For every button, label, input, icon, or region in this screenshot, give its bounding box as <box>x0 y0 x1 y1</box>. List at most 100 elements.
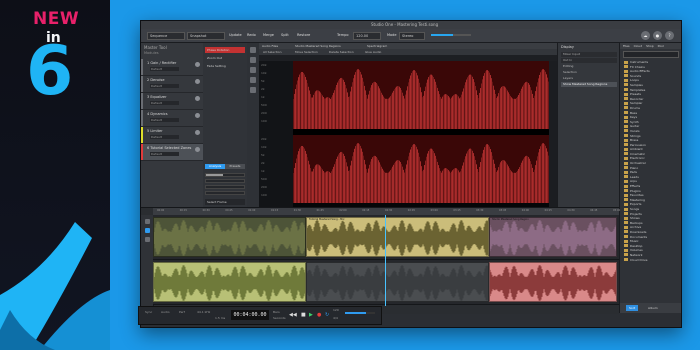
preset-left-select[interactable]: Sequence <box>147 32 185 40</box>
range-tool-icon[interactable] <box>250 57 256 63</box>
rewind-icon[interactable]: ◀◀ <box>289 311 297 319</box>
user-icon[interactable]: ● <box>653 31 662 40</box>
options-field[interactable] <box>205 179 245 183</box>
browser-item-label: Templates <box>630 87 646 92</box>
signature-readout[interactable]: 4/4 <box>333 316 338 320</box>
cloud-icon[interactable]: ☁ <box>641 31 650 40</box>
options-item-phase[interactable]: Phase Rotation <box>205 47 245 53</box>
tempo-field[interactable]: 120.00 <box>353 32 381 40</box>
options-item-zoom[interactable]: Zoom Out <box>205 55 245 61</box>
browser-search-input[interactable] <box>623 51 679 58</box>
module-preset-select[interactable]: Default <box>150 152 179 156</box>
module-preset-select[interactable]: Default <box>150 67 179 71</box>
all-selection-button[interactable]: All Selection <box>263 50 282 54</box>
loop-icon[interactable]: ↻ <box>325 311 329 319</box>
record-icon[interactable]: ● <box>317 311 321 319</box>
browser-item-label: Pads <box>630 170 637 175</box>
browser-item-label: FX Chains <box>630 64 645 69</box>
module-preset-select[interactable]: Default <box>150 101 179 105</box>
power-icon[interactable] <box>195 62 200 67</box>
ruler-tick-label: 03:00 <box>430 209 438 212</box>
merge-button[interactable]: Merge <box>263 31 274 39</box>
module-item[interactable]: 2 Denoise Default <box>141 76 203 93</box>
power-icon[interactable] <box>195 130 200 135</box>
preset-right-select[interactable]: Snapshot <box>187 32 225 40</box>
folder-icon <box>624 207 628 211</box>
frequency-label: 20k <box>261 137 267 141</box>
tab-pool[interactable]: Pool <box>658 44 664 48</box>
redo-button[interactable]: Redo <box>247 31 256 39</box>
pencil-tool-icon[interactable] <box>250 67 256 73</box>
select-tool-icon[interactable] <box>144 228 150 233</box>
tab-presets[interactable]: Presets <box>225 164 245 169</box>
inspector-row[interactable]: Selection <box>561 70 617 75</box>
power-icon[interactable] <box>195 96 200 101</box>
module-item[interactable]: 3 Equalizer Default <box>141 93 203 110</box>
module-preset-select[interactable]: Default <box>150 118 179 122</box>
inspector-row[interactable]: Layers <box>561 76 617 81</box>
vertical-scrollbar[interactable] <box>549 61 557 207</box>
sort-button[interactable]: Sort <box>626 305 639 311</box>
audio-clip[interactable] <box>489 262 617 302</box>
album-button[interactable]: Album <box>648 305 658 311</box>
browser-item-label: Leads <box>630 174 639 179</box>
glue-audio-button[interactable]: Glue Audio <box>365 50 381 54</box>
split-button[interactable]: Split <box>281 31 289 39</box>
track-add-icon[interactable] <box>144 219 150 224</box>
module-preset-select[interactable]: Default <box>150 84 179 88</box>
options-field[interactable] <box>205 191 245 195</box>
options-slider[interactable] <box>205 173 245 177</box>
frequency-label: 1k <box>261 95 265 99</box>
spectrogram-top-channel[interactable] <box>293 61 549 129</box>
pointer-tool-icon[interactable] <box>250 47 256 53</box>
audio-clip[interactable]: Tutorial Mastered Song - Mix <box>306 217 489 257</box>
time-display[interactable]: 00:04:00.00 <box>231 310 269 320</box>
browser-item-label: Backups <box>630 220 643 225</box>
track-1[interactable]: Tutorial Mastered Song - Mix Studio Maste… <box>153 215 619 260</box>
track-2[interactable] <box>153 260 619 305</box>
zoom-tool-icon[interactable] <box>250 87 256 93</box>
module-item[interactable]: 4 Dynamics Default <box>141 110 203 127</box>
edit-tool-icon[interactable] <box>144 237 150 242</box>
browser-item-label: Instruments <box>630 60 649 64</box>
folder-icon <box>624 143 628 147</box>
folder-icon <box>624 166 628 170</box>
tab-cloud[interactable]: Cloud <box>634 44 643 48</box>
help-icon[interactable]: ? <box>665 31 674 40</box>
tab-files[interactable]: Files <box>623 44 630 48</box>
options-field[interactable] <box>205 185 245 189</box>
audio-clip[interactable] <box>153 217 306 257</box>
update-button[interactable]: Update <box>229 31 242 39</box>
select-frame-field[interactable]: Select Frame <box>205 199 245 205</box>
inspector-row[interactable]: Mixer Input <box>561 52 617 57</box>
move-selection-button[interactable]: Move Selection <box>295 50 318 54</box>
browser-item-label: Music <box>630 239 639 244</box>
browser-item[interactable]: Cloud Drive <box>624 258 681 263</box>
restore-button[interactable]: Restore <box>297 31 310 39</box>
module-item[interactable]: 1 Gain / Rectifier Default <box>141 59 203 76</box>
audio-clip[interactable] <box>306 262 489 302</box>
timeline-ruler[interactable]: 00:00 00:15 00:30 00:45 01:00 01:15 01:30 01:45… <box>153 208 620 215</box>
power-icon[interactable] <box>195 147 200 152</box>
playhead[interactable] <box>385 215 386 306</box>
power-icon[interactable] <box>195 113 200 118</box>
module-item[interactable]: 6 Tutorial Selected Zones Default <box>141 144 203 161</box>
stop-icon[interactable]: ■ <box>301 311 306 319</box>
tempo-readout[interactable]: 120 <box>333 308 339 312</box>
spectrogram-bottom-channel[interactable] <box>293 135 549 203</box>
eraser-tool-icon[interactable] <box>250 77 256 83</box>
module-preset-select[interactable]: Default <box>150 135 179 139</box>
play-icon[interactable]: ▶ <box>309 311 313 319</box>
inspector-row[interactable]: Editing <box>561 64 617 69</box>
mode-select[interactable]: Stereo <box>399 32 425 40</box>
inspector-selected-row[interactable]: Show Mastered Song Regions <box>561 82 617 87</box>
tab-shop[interactable]: Shop <box>646 44 654 48</box>
inspector-row[interactable]: Out In <box>561 58 617 63</box>
options-item-fade[interactable]: Fade Setting <box>205 63 245 69</box>
tab-analysis[interactable]: Analysis <box>205 164 225 169</box>
audio-clip[interactable] <box>153 262 306 302</box>
power-icon[interactable] <box>195 79 200 84</box>
module-item[interactable]: 5 Limiter Default <box>141 127 203 144</box>
delete-selection-button[interactable]: Delete Selection <box>329 50 354 54</box>
audio-clip[interactable]: Studio Mastered Song Region <box>489 217 617 257</box>
